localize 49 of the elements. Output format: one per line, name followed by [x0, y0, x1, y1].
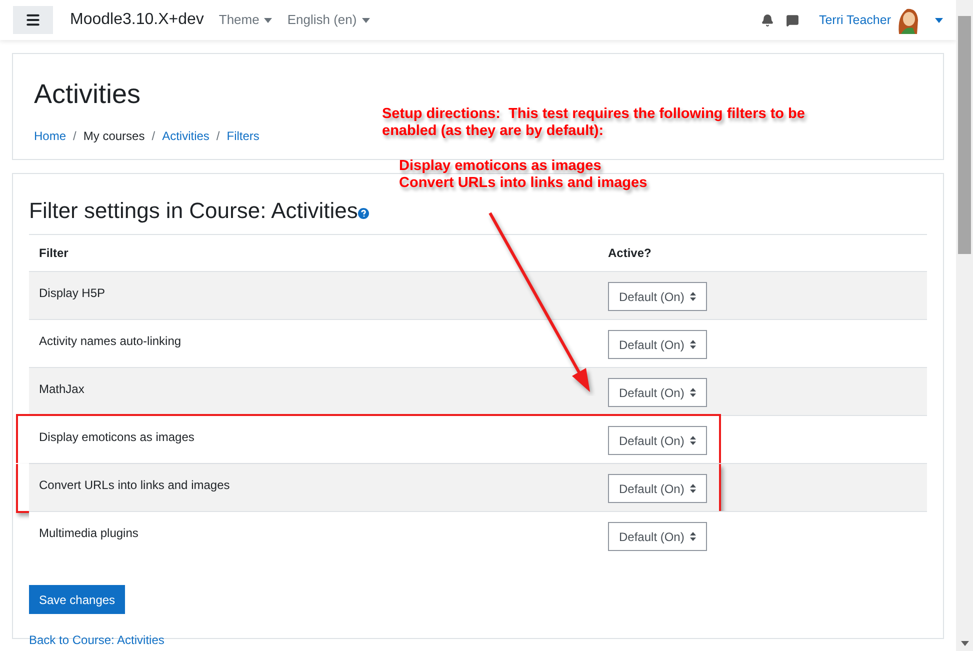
setup-directions: Setup directions: This test requires the following filters to be enabled (as they are by default): [382, 106, 806, 140]
active-select[interactable]: Default (On) [608, 330, 707, 359]
active-select[interactable]: Default (On) [608, 282, 707, 311]
filter-name: Multimedia plugins [38, 525, 140, 542]
active-select[interactable]: Default (On) [608, 474, 707, 503]
menu-button[interactable] [13, 6, 53, 34]
nav-menu[interactable]: English (en) [287, 10, 370, 30]
filter-name: Display emoticons as images [38, 429, 196, 446]
breadcrumb-separator: / [216, 128, 220, 145]
user-name[interactable]: Terri Teacher [818, 10, 891, 30]
filter-name: Convert URLs into links and images [38, 477, 231, 494]
sort-icon [690, 436, 696, 445]
sort-icon [690, 532, 696, 541]
help-icon[interactable] [358, 208, 369, 218]
column-header: Active? [608, 245, 652, 262]
sort-icon [690, 388, 696, 397]
scrollbar[interactable] [956, 0, 973, 651]
breadcrumb-link[interactable]: Filters [226, 127, 260, 145]
column-header: Filter [38, 245, 70, 262]
breadcrumb-separator: / [73, 128, 76, 145]
caret-icon [935, 18, 943, 22]
breadcrumb-link[interactable]: Home [34, 127, 66, 145]
sort-icon [690, 484, 696, 493]
messages-icon[interactable] [786, 14, 799, 26]
back-link[interactable]: Back to Course: Activities [29, 633, 164, 647]
scroll-down-icon[interactable] [960, 641, 968, 646]
save-button[interactable]: Save changes [29, 585, 126, 614]
breadcrumb-separator: / [152, 128, 156, 145]
filter-name: Activity names auto-linking [38, 333, 182, 350]
site-name[interactable]: Moodle3.10.X+dev [70, 8, 204, 32]
required-filter: Display emoticons as images [399, 158, 602, 175]
filter-name: MathJax [38, 381, 86, 398]
breadcrumb-item: My courses [83, 128, 145, 145]
notification-icon[interactable] [760, 14, 774, 26]
filter-name: Display H5P [38, 285, 106, 302]
sort-icon [690, 340, 696, 349]
sort-icon [690, 292, 696, 301]
menu-icon [25, 12, 41, 28]
nav-menu[interactable]: Theme [218, 10, 272, 30]
breadcrumb-link[interactable]: Activities [162, 127, 210, 145]
page-title: Activities [34, 78, 142, 111]
active-select[interactable]: Default (On) [608, 522, 707, 551]
caret-icon [264, 18, 272, 22]
active-select[interactable]: Default (On) [608, 426, 707, 455]
active-select[interactable]: Default (On) [608, 378, 707, 407]
required-filter: Convert URLs into links and images [399, 175, 648, 192]
section-title: Filter settings in Course: Activities [29, 197, 358, 225]
scroll-thumb[interactable] [958, 16, 971, 254]
caret-icon [362, 18, 370, 22]
